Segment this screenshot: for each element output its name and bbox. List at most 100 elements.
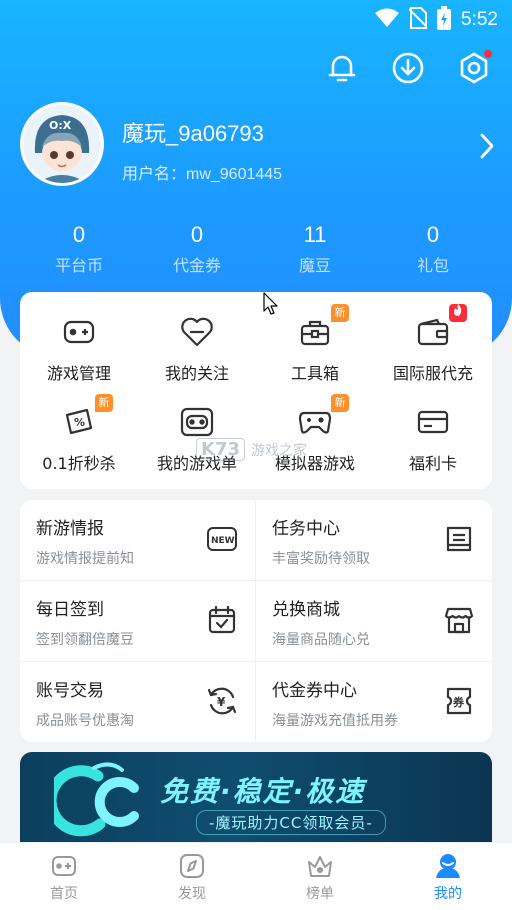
tool-game-management[interactable]: 游戏管理: [20, 312, 138, 384]
crown-icon: [306, 853, 334, 879]
tab-label: 首页: [50, 886, 78, 902]
discount-icon: % 新: [59, 394, 113, 442]
new-badge: 新: [331, 394, 349, 412]
username: 魔玩_9a06793: [122, 121, 264, 146]
wallet-icon: [413, 304, 467, 352]
home-gamepad-icon: [50, 853, 78, 879]
cc-logo-icon: [45, 762, 154, 844]
tab-discover[interactable]: 发现: [128, 843, 256, 910]
tab-home[interactable]: 首页: [0, 843, 128, 910]
new-badge: 新: [331, 304, 349, 322]
banner-title: 免费·稳定·极速: [160, 775, 366, 808]
status-bar: 5:52: [0, 0, 512, 36]
service-title: 兑换商城: [272, 600, 340, 620]
service-redeem-store[interactable]: 兑换商城 海量商品随心兑: [256, 581, 492, 662]
wifi-icon: [375, 8, 400, 32]
svg-text:O:X: O:X: [49, 119, 72, 132]
service-subtitle: 签到领翻倍魔豆: [36, 632, 134, 648]
stat-label: 平台币: [54, 256, 103, 275]
avatar[interactable]: O:X: [20, 102, 104, 186]
gamepad-icon: [59, 312, 99, 352]
service-subtitle: 海量游戏充值抵用券: [272, 713, 398, 729]
watermark-logo: K73: [196, 438, 245, 461]
services-grid: 新游情报 游戏情报提前知 NEW 任务中心 丰富奖励待领取 每日签到 签到领翻倍…: [20, 500, 492, 742]
bell-icon: [326, 52, 358, 88]
notification-dot: [484, 50, 492, 58]
calendar-icon: [205, 603, 239, 637]
stat-value: 0: [190, 222, 204, 247]
download-icon: [391, 51, 425, 89]
download-button[interactable]: [388, 50, 428, 90]
service-title: 账号交易: [36, 681, 104, 701]
tab-label: 榜单: [306, 886, 334, 902]
service-voucher-center[interactable]: 代金券中心 海量游戏充值抵用券 券: [256, 662, 492, 742]
stat-value: 11: [303, 222, 327, 247]
stat-label: 魔豆: [298, 256, 331, 275]
coupon-icon: 券: [442, 684, 476, 718]
stat-label: 代金券: [172, 256, 221, 275]
exchange-icon: ¥: [205, 684, 239, 718]
stats-row: 0 平台币 0 代金券 11 魔豆 0 礼包: [20, 222, 492, 276]
battery-icon: [437, 6, 452, 34]
stat-label: 礼包: [416, 256, 449, 275]
tool-welfare-card[interactable]: 福利卡: [374, 402, 492, 474]
mouse-cursor-icon: [263, 292, 279, 320]
store-icon: [442, 603, 476, 637]
tool-label: 福利卡: [408, 454, 457, 473]
chevron-right-icon[interactable]: [478, 132, 496, 164]
compass-icon: [178, 853, 206, 879]
bottom-tab-bar: 首页 发现 榜单 我的: [0, 842, 512, 910]
tab-mine[interactable]: 我的: [384, 843, 512, 910]
tool-label: 游戏管理: [46, 364, 111, 383]
user-id: 用户名：mw_9601445: [122, 166, 283, 183]
status-time: 5:52: [461, 9, 498, 30]
tool-label: 我的关注: [164, 364, 229, 383]
hot-badge-icon: [449, 304, 467, 322]
user-icon: [434, 853, 462, 879]
stat-platform-coin[interactable]: 0 平台币: [20, 222, 138, 276]
settings-button[interactable]: [454, 50, 494, 90]
tool-intl-topup[interactable]: 国际服代充: [374, 304, 492, 384]
service-account-trade[interactable]: 账号交易 成品账号优惠淘 ¥: [20, 662, 256, 742]
stat-value: 0: [426, 222, 440, 247]
stat-voucher[interactable]: 0 代金券: [138, 222, 256, 276]
svg-text:%: %: [74, 416, 85, 429]
stat-magic-beans[interactable]: 11 魔豆: [256, 222, 374, 276]
service-title: 任务中心: [272, 519, 340, 539]
watermark: K73 游戏之家: [196, 438, 307, 461]
tool-toolbox[interactable]: 新 工具箱: [256, 304, 374, 384]
tool-flash-sale[interactable]: % 新 0.1折秒杀: [20, 394, 138, 474]
banner-subtitle: -魔玩助力CC领取会员-: [196, 810, 386, 835]
new-badge: 新: [95, 394, 113, 412]
game-list-icon: [177, 402, 217, 442]
promo-banner[interactable]: 免费·稳定·极速 -魔玩助力CC领取会员-: [20, 752, 492, 844]
service-new-games[interactable]: 新游情报 游戏情报提前知 NEW: [20, 500, 256, 581]
watermark-text: 游戏之家: [251, 442, 307, 459]
tab-label: 我的: [434, 886, 462, 902]
tool-label: 国际服代充: [392, 364, 473, 383]
tool-label: 工具箱: [290, 364, 339, 383]
new-icon-text: NEW: [211, 536, 235, 546]
coupon-text: 券: [452, 695, 465, 709]
service-daily-checkin[interactable]: 每日签到 签到领翻倍魔豆: [20, 581, 256, 662]
service-title: 代金券中心: [272, 681, 357, 701]
notification-button[interactable]: [322, 50, 362, 90]
stat-value: 0: [72, 222, 86, 247]
tab-label: 发现: [178, 886, 206, 902]
tab-rankings[interactable]: 榜单: [256, 843, 384, 910]
service-subtitle: 成品账号优惠淘: [36, 713, 134, 729]
yen-text: ¥: [217, 695, 226, 709]
service-title: 每日签到: [36, 600, 104, 620]
no-sim-icon: [408, 7, 428, 33]
card-icon: [413, 402, 453, 442]
emulator-icon: 新: [295, 394, 349, 442]
service-subtitle: 海量商品随心兑: [272, 632, 370, 648]
profile-row[interactable]: O:X 魔玩_9a06793 用户名：mw_9601445: [20, 102, 496, 192]
service-task-center[interactable]: 任务中心 丰富奖励待领取: [256, 500, 492, 581]
service-subtitle: 游戏情报提前知: [36, 551, 134, 567]
tool-my-follows[interactable]: 我的关注: [138, 312, 256, 384]
new-icon: NEW: [205, 522, 239, 556]
task-icon: [442, 522, 476, 556]
stat-gift-pack[interactable]: 0 礼包: [374, 222, 492, 276]
toolbox-icon: 新: [295, 304, 349, 352]
